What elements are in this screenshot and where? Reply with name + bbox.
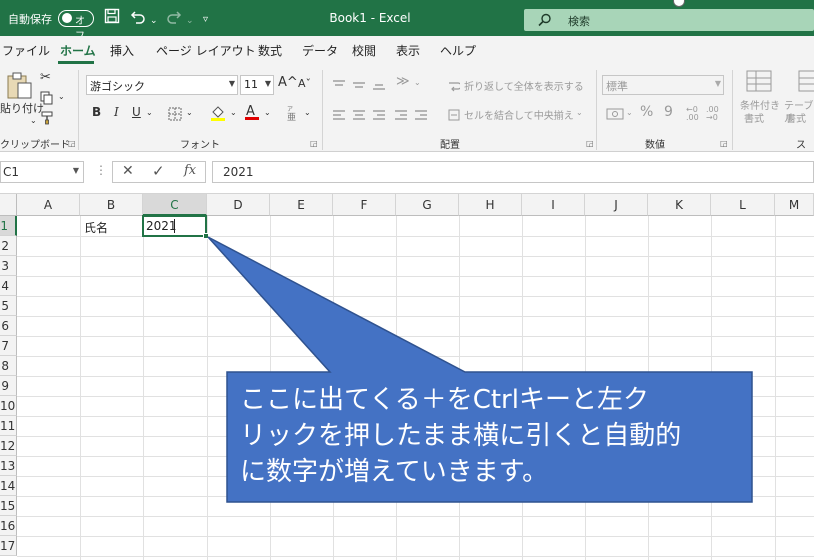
excel-window: 自動保存 オフ ⌄ ⌄ ▿ Book1 - Excel 検索 ファイル ホーム …	[0, 0, 814, 560]
callout-text: ここに出てくる＋をCtrlキーと左ク リックを押したまま横に引くと自動的 に数字…	[240, 385, 682, 487]
